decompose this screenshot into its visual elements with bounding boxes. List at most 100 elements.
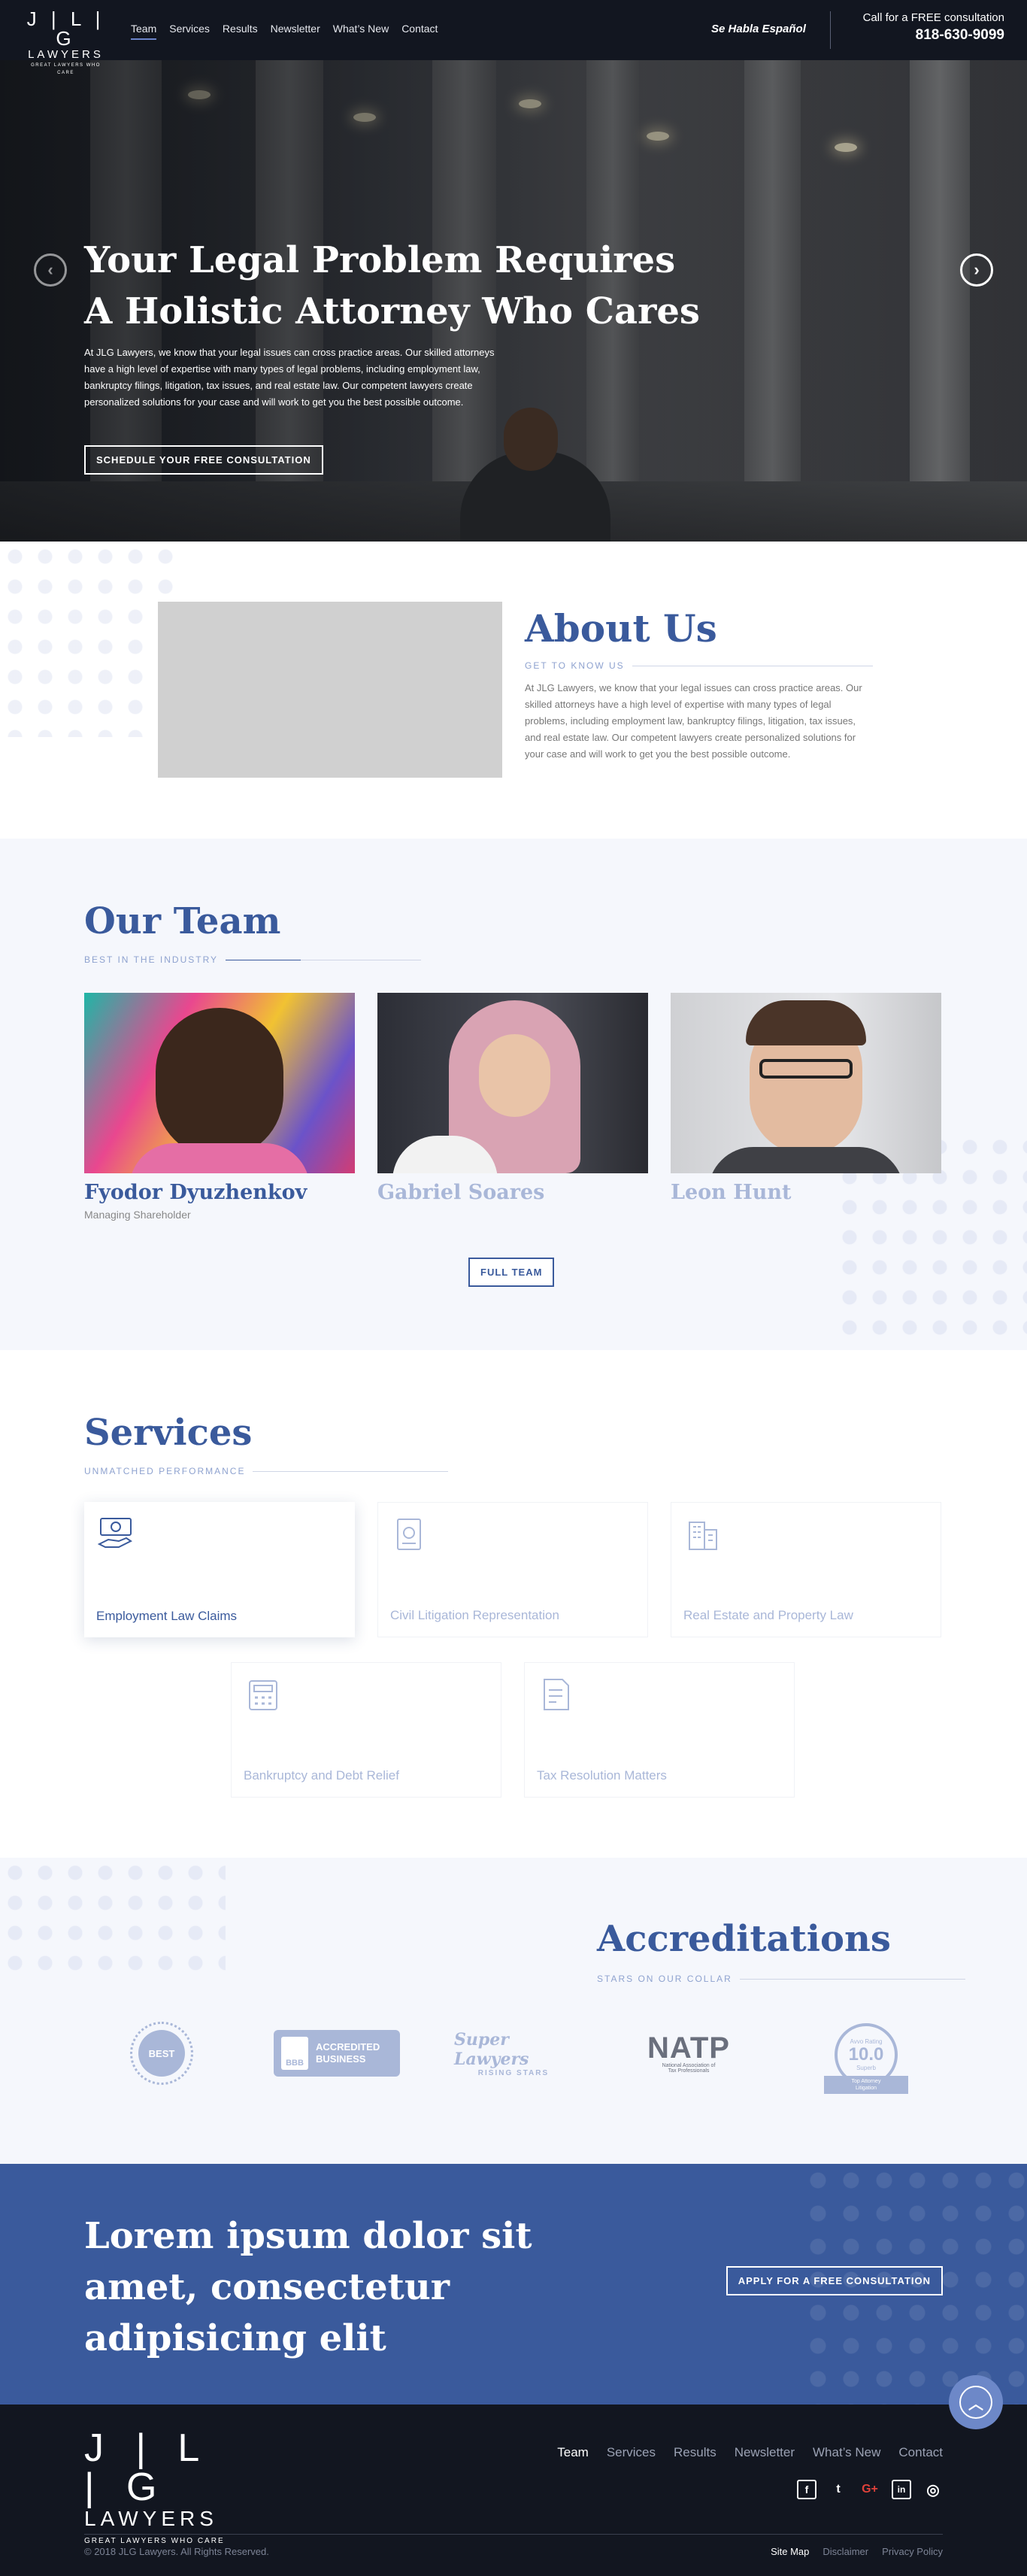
team-section: Our Team BEST IN THE INDUSTRY Fyodor Dyu… [0,839,1027,1350]
member-photo [377,993,648,1173]
next-slide-button[interactable]: › [960,253,993,287]
bbb-text-2: BUSINESS [316,2053,366,2065]
hero-text: At JLG Lawyers, we know that your legal … [84,347,495,408]
hero-title: Your Legal Problem Requires A Holistic A… [84,235,701,337]
nav-whats-new[interactable]: What’s New [333,23,389,40]
schedule-consultation-button[interactable]: SCHEDULE YOUR FREE CONSULTATION [84,445,323,475]
chevron-right-icon: › [974,260,980,279]
footer-nav-contact[interactable]: Contact [898,2445,943,2460]
chevron-left-icon: ‹ [47,260,53,279]
service-label: Real Estate and Property Law [683,1608,853,1622]
spanish-note: Se Habla Español [711,23,806,35]
nav-services[interactable]: Services [169,23,210,40]
about-image [158,602,502,778]
nav-newsletter[interactable]: Newsletter [271,23,320,40]
services-subtitle: UNMATCHED PERFORMANCE [84,1466,246,1476]
bbb-logo: BBB ACCREDITED BUSINESS [274,2019,400,2087]
footer-nav-newsletter[interactable]: Newsletter [735,2445,795,2460]
logo-tagline: GREAT LAWYERS WHO CARE [31,63,101,75]
footer-nav-services[interactable]: Services [607,2445,656,2460]
about-title: About Us [525,606,717,651]
accreditations-subtitle-row: STARS ON OUR COLLAR [597,1974,965,1984]
footer-nav-whats-new[interactable]: What’s New [813,2445,880,2460]
nav-contact[interactable]: Contact [401,23,438,40]
about-section: About Us GET TO KNOW US At JLG Lawyers, … [0,542,1027,839]
footer-logo[interactable]: J | L | G LAWYERS GREAT LAWYERS WHO CARE [84,2429,235,2545]
about-text: At JLG Lawyers, we know that your legal … [525,682,862,760]
copyright: © 2018 JLG Lawyers. All Rights Reserved. [84,2546,269,2557]
service-card[interactable]: Employment Law Claims [84,1502,355,1637]
social-links: f t G+ in ◎ [797,2480,943,2499]
twitter-icon[interactable]: t [829,2480,848,2499]
chevron-up-icon: ︿ [959,2386,992,2419]
header-divider [830,11,831,49]
footer-divider [84,2534,943,2535]
calculator-icon [249,1680,277,1710]
subtitle-rule [253,1470,449,1472]
footer-nav-team[interactable]: Team [557,2445,589,2460]
cta-section: Lorem ipsum dolor sit amet, consectetur … [0,2164,1027,2405]
full-team-button[interactable]: FULL TEAM [468,1258,555,1287]
services-subtitle-row: UNMATCHED PERFORMANCE [84,1466,449,1476]
google-plus-icon[interactable]: G+ [860,2480,880,2499]
service-card[interactable]: Civil Litigation Representation [377,1502,648,1637]
member-name: Leon Hunt [671,1181,792,1204]
site-header: J | L | G LAWYERS GREAT LAWYERS WHO CARE… [0,0,1027,75]
accreditations-section: Accreditations STARS ON OUR COLLAR BEST … [0,1858,1027,2164]
service-label: Employment Law Claims [96,1609,238,1623]
cta-title: Lorem ipsum dolor sit amet, consectetur … [84,2215,532,2359]
team-subtitle-row: BEST IN THE INDUSTRY [84,954,422,965]
prev-slide-button[interactable]: ‹ [34,253,67,287]
team-subtitle: BEST IN THE INDUSTRY [84,954,219,965]
about-subtitle: GET TO KNOW US [525,660,625,671]
apply-consultation-button[interactable]: APPLY FOR A FREE CONSULTATION [726,2266,943,2295]
bbb-text: ACCREDITED [316,2041,380,2053]
team-member-card[interactable]: Leon Hunt [671,993,941,1204]
footer-nav-results[interactable]: Results [674,2445,716,2460]
service-card[interactable]: Real Estate and Property Law [671,1502,941,1637]
logo[interactable]: J | L | G LAWYERS GREAT LAWYERS WHO CARE [23,9,109,77]
sitemap-link[interactable]: Site Map [771,2546,809,2557]
nav-team[interactable]: Team [131,23,157,40]
dots-decoration [0,542,180,737]
avvo-score: 10.0 [848,2044,884,2065]
logo-letters: J | L | G [26,8,105,50]
subtitle-rule [739,1978,965,1980]
privacy-policy-link[interactable]: Privacy Policy [882,2546,943,2557]
disclaimer-link[interactable]: Disclaimer [823,2546,868,2557]
facebook-icon[interactable]: f [797,2480,816,2499]
team-member-card[interactable]: Fyodor Dyuzhenkov Managing Shareholder [84,993,355,1221]
about-subtitle-row: GET TO KNOW US [525,660,873,671]
member-name: Fyodor Dyuzhenkov [84,1181,307,1204]
avvo-grade: Superb [856,2065,876,2071]
accreditations-subtitle: STARS ON OUR COLLAR [597,1974,732,1984]
natp-subtext-2: Tax Professionals [668,2068,710,2074]
natp-text: NATP [647,2031,730,2065]
dots-decoration [0,1858,226,1986]
best-of-seal-logo: BEST [128,2019,195,2087]
service-label: Tax Resolution Matters [537,1768,667,1783]
linkedin-icon[interactable]: in [892,2480,911,2499]
super-lawyers-subtext: RISING STARS [477,2068,550,2077]
team-member-card[interactable]: Gabriel Soares [377,993,648,1204]
member-role: Managing Shareholder [84,1209,191,1221]
footer-logo-word: LAWYERS [84,2507,218,2530]
super-lawyers-text: Super Lawyers [454,2029,529,2069]
call-text: Call for a FREE consultation [862,11,1004,24]
nav-results[interactable]: Results [223,23,258,40]
hero-slider: Your Legal Problem Requires A Holistic A… [0,60,1027,542]
site-footer: J | L | G LAWYERS GREAT LAWYERS WHO CARE… [0,2405,1027,2576]
logo-word: LAWYERS [28,48,104,61]
hero-person-head [504,408,558,471]
document-icon [397,1519,421,1550]
team-title: Our Team [84,900,281,942]
money-hand-icon [97,1518,132,1548]
back-to-top-button[interactable]: ︿ [949,2375,1003,2429]
service-card[interactable]: Tax Resolution Matters [524,1662,795,1798]
footer-nav: Team Services Results Newsletter What’s … [557,2445,943,2460]
services-section: Services UNMATCHED PERFORMANCE Employmen… [0,1350,1027,1858]
instagram-icon[interactable]: ◎ [923,2480,943,2499]
phone-link[interactable]: 818-630-9099 [863,27,1004,44]
main-nav: Team Services Results Newsletter What’s … [131,23,438,40]
service-card[interactable]: Bankruptcy and Debt Relief [231,1662,501,1798]
